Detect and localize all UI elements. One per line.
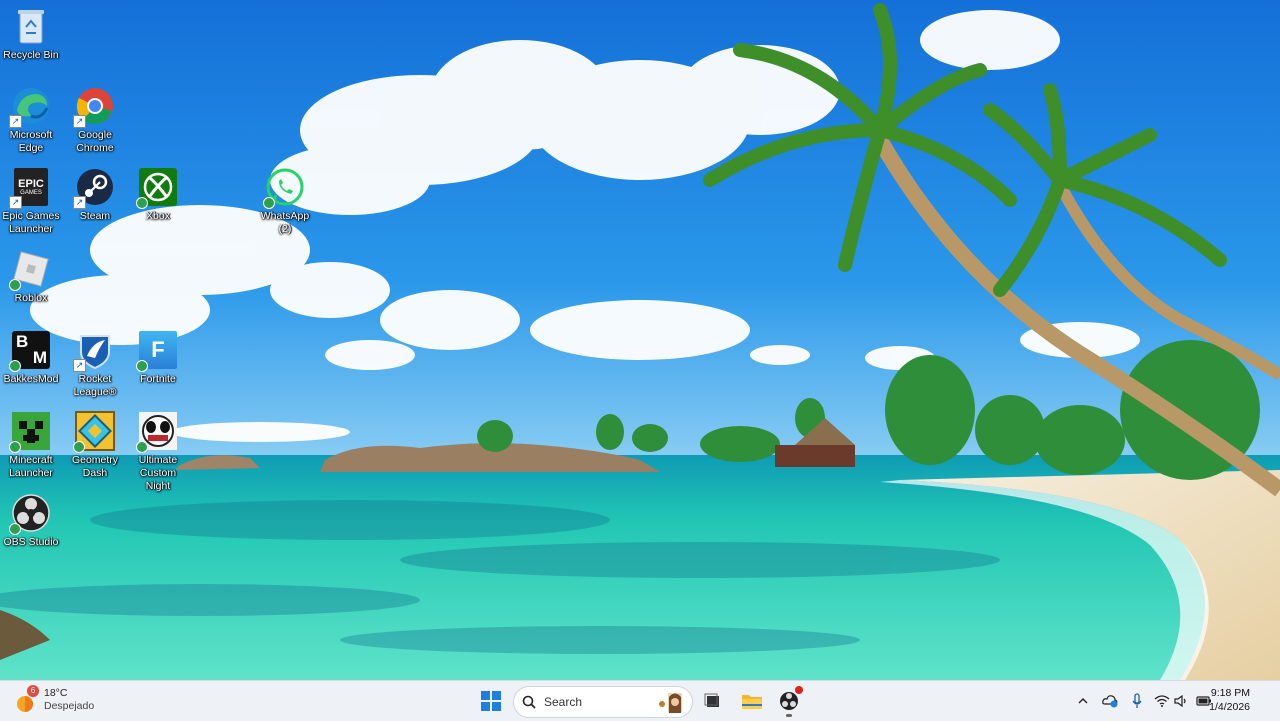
tray-cloud-status[interactable] bbox=[1100, 681, 1120, 721]
windows-logo-icon bbox=[481, 691, 501, 711]
taskbar-clock[interactable]: 9:18 PM 1/4/2026 bbox=[1209, 686, 1250, 714]
fortnite-letter: F bbox=[151, 337, 165, 362]
desktop-icon-google-chrome[interactable]: ↗ Google Chrome bbox=[64, 86, 126, 155]
desktop-icon-label: Geometry Dash bbox=[71, 454, 119, 479]
chevron-up-icon bbox=[1078, 698, 1088, 704]
desktop-icon-geometry-dash[interactable]: Geometry Dash bbox=[64, 411, 126, 480]
taskbar-file-explorer[interactable] bbox=[736, 685, 768, 717]
sync-status-icon bbox=[136, 441, 148, 453]
edge-icon: ↗ bbox=[9, 86, 51, 128]
desktop-icon-whatsapp[interactable]: WhatsApp (2) bbox=[254, 167, 316, 236]
desktop-icon-roblox[interactable]: Roblox bbox=[0, 249, 62, 305]
desktop-icon-rocket-league[interactable]: ↗ Rocket League® bbox=[64, 330, 126, 399]
microphone-icon bbox=[1132, 693, 1142, 708]
desktop-icon-label: BakkesMod bbox=[3, 373, 59, 385]
running-indicator bbox=[786, 714, 792, 717]
desktop-icon-label: Minecraft Launcher bbox=[9, 454, 53, 479]
desktop-icon-xbox[interactable]: Xbox bbox=[127, 167, 189, 223]
desktop-icon-label: Recycle Bin bbox=[3, 49, 59, 61]
desktop-icon-epic-games-launcher[interactable]: EPIC GAMES ↗ Epic Games Launcher bbox=[0, 167, 62, 236]
steam-icon: ↗ bbox=[73, 167, 115, 209]
task-view-icon bbox=[704, 693, 719, 707]
desktop-icon-label: Xbox bbox=[146, 210, 170, 222]
desktop-icon-microsoft-edge[interactable]: ↗ Microsoft Edge bbox=[0, 86, 62, 155]
shortcut-arrow-icon: ↗ bbox=[9, 196, 22, 209]
tray-volume[interactable] bbox=[1172, 681, 1190, 721]
desktop-icon-label: Epic Games Launcher bbox=[2, 210, 60, 235]
taskbar-obs-studio[interactable] bbox=[773, 685, 805, 717]
sync-status-icon bbox=[9, 441, 21, 453]
taskbar-search-box[interactable]: Search bbox=[513, 686, 693, 718]
search-icon bbox=[522, 695, 536, 709]
weather-notification-badge: 6 bbox=[27, 685, 39, 697]
desktop-icon-label: Roblox bbox=[14, 292, 48, 304]
search-highlight-icon bbox=[656, 691, 686, 713]
desktop-icon-label: Rocket League® bbox=[73, 373, 117, 398]
weather-sun-icon: 6 bbox=[14, 685, 40, 715]
ultimate-custom-night-icon bbox=[136, 411, 178, 453]
desktop-icon-recycle-bin[interactable]: Recycle Bin bbox=[0, 6, 62, 62]
wifi-icon bbox=[1154, 695, 1170, 707]
cloud-info-icon bbox=[1102, 695, 1118, 708]
clock-time: 9:18 PM bbox=[1210, 687, 1250, 699]
xbox-icon bbox=[136, 167, 178, 209]
desktop-icon-label: Microsoft Edge bbox=[9, 129, 53, 154]
tray-microphone[interactable] bbox=[1128, 681, 1146, 721]
weather-temperature: 18°C bbox=[44, 687, 68, 699]
speaker-icon bbox=[1174, 695, 1186, 707]
rocket-league-icon: ↗ bbox=[73, 330, 115, 372]
weather-condition: Despejado bbox=[44, 700, 95, 712]
bakkes-letter-b: B bbox=[16, 332, 29, 351]
shortcut-arrow-icon: ↗ bbox=[73, 196, 86, 209]
sync-status-icon bbox=[136, 360, 148, 372]
tray-network[interactable] bbox=[1153, 681, 1171, 721]
desktop-wallpaper bbox=[0, 0, 1280, 680]
sync-status-icon bbox=[73, 441, 85, 453]
desktop-icon-label: Steam bbox=[79, 210, 111, 222]
whatsapp-icon bbox=[263, 167, 305, 209]
desktop-icon-obs-studio[interactable]: OBS Studio bbox=[0, 493, 62, 549]
shortcut-arrow-icon: ↗ bbox=[9, 115, 22, 128]
folder-icon bbox=[742, 695, 762, 709]
fortnite-icon: F bbox=[136, 330, 178, 372]
desktop-icon-bakkesmod[interactable]: B M BakkesMod bbox=[0, 330, 62, 386]
search-placeholder: Search bbox=[544, 695, 583, 709]
clock-date: 1/4/2026 bbox=[1209, 701, 1250, 713]
desktop-icon-steam[interactable]: ↗ Steam bbox=[64, 167, 126, 223]
geometry-dash-icon bbox=[73, 411, 115, 453]
obs-studio-icon bbox=[9, 493, 51, 535]
start-button[interactable] bbox=[475, 685, 507, 717]
recycle-bin-icon bbox=[11, 6, 51, 46]
shortcut-arrow-icon: ↗ bbox=[73, 115, 86, 128]
sync-status-icon bbox=[263, 197, 275, 209]
sync-status-icon bbox=[136, 197, 148, 209]
desktop-icon-label: OBS Studio bbox=[3, 536, 59, 548]
bakkesmod-icon: B M bbox=[9, 330, 51, 372]
minecraft-icon bbox=[9, 411, 51, 453]
bakkes-letter-m: M bbox=[32, 348, 47, 367]
shortcut-arrow-icon: ↗ bbox=[73, 359, 86, 372]
epic-logo-subtext: GAMES bbox=[20, 190, 42, 196]
epic-games-icon: EPIC GAMES ↗ bbox=[9, 167, 51, 209]
weather-widget[interactable]: 6 18°C Despejado bbox=[14, 685, 94, 715]
desktop-icon-label: WhatsApp (2) bbox=[260, 210, 310, 235]
sync-status-icon bbox=[9, 360, 21, 372]
desktop-icon-minecraft-launcher[interactable]: Minecraft Launcher bbox=[0, 411, 62, 480]
task-view-button[interactable] bbox=[697, 685, 729, 717]
recording-indicator bbox=[795, 686, 803, 694]
epic-logo-text: EPIC bbox=[18, 178, 44, 190]
taskbar: 6 18°C Despejado Search 9:18 PM 1/4/2026 bbox=[0, 680, 1280, 721]
desktop-icon-label: Google Chrome bbox=[76, 129, 114, 154]
desktop-icon-label: Ultimate Custom Night bbox=[138, 454, 178, 492]
sync-status-icon bbox=[9, 279, 21, 291]
chrome-icon: ↗ bbox=[73, 86, 115, 128]
sync-status-icon bbox=[9, 523, 21, 535]
tray-overflow-chevron[interactable] bbox=[1074, 681, 1092, 721]
desktop-icon-label: Fortnite bbox=[140, 373, 176, 385]
desktop-icon-ultimate-custom-night[interactable]: Ultimate Custom Night bbox=[127, 411, 189, 493]
desktop-icon-fortnite[interactable]: F Fortnite bbox=[127, 330, 189, 386]
roblox-icon bbox=[9, 249, 51, 291]
